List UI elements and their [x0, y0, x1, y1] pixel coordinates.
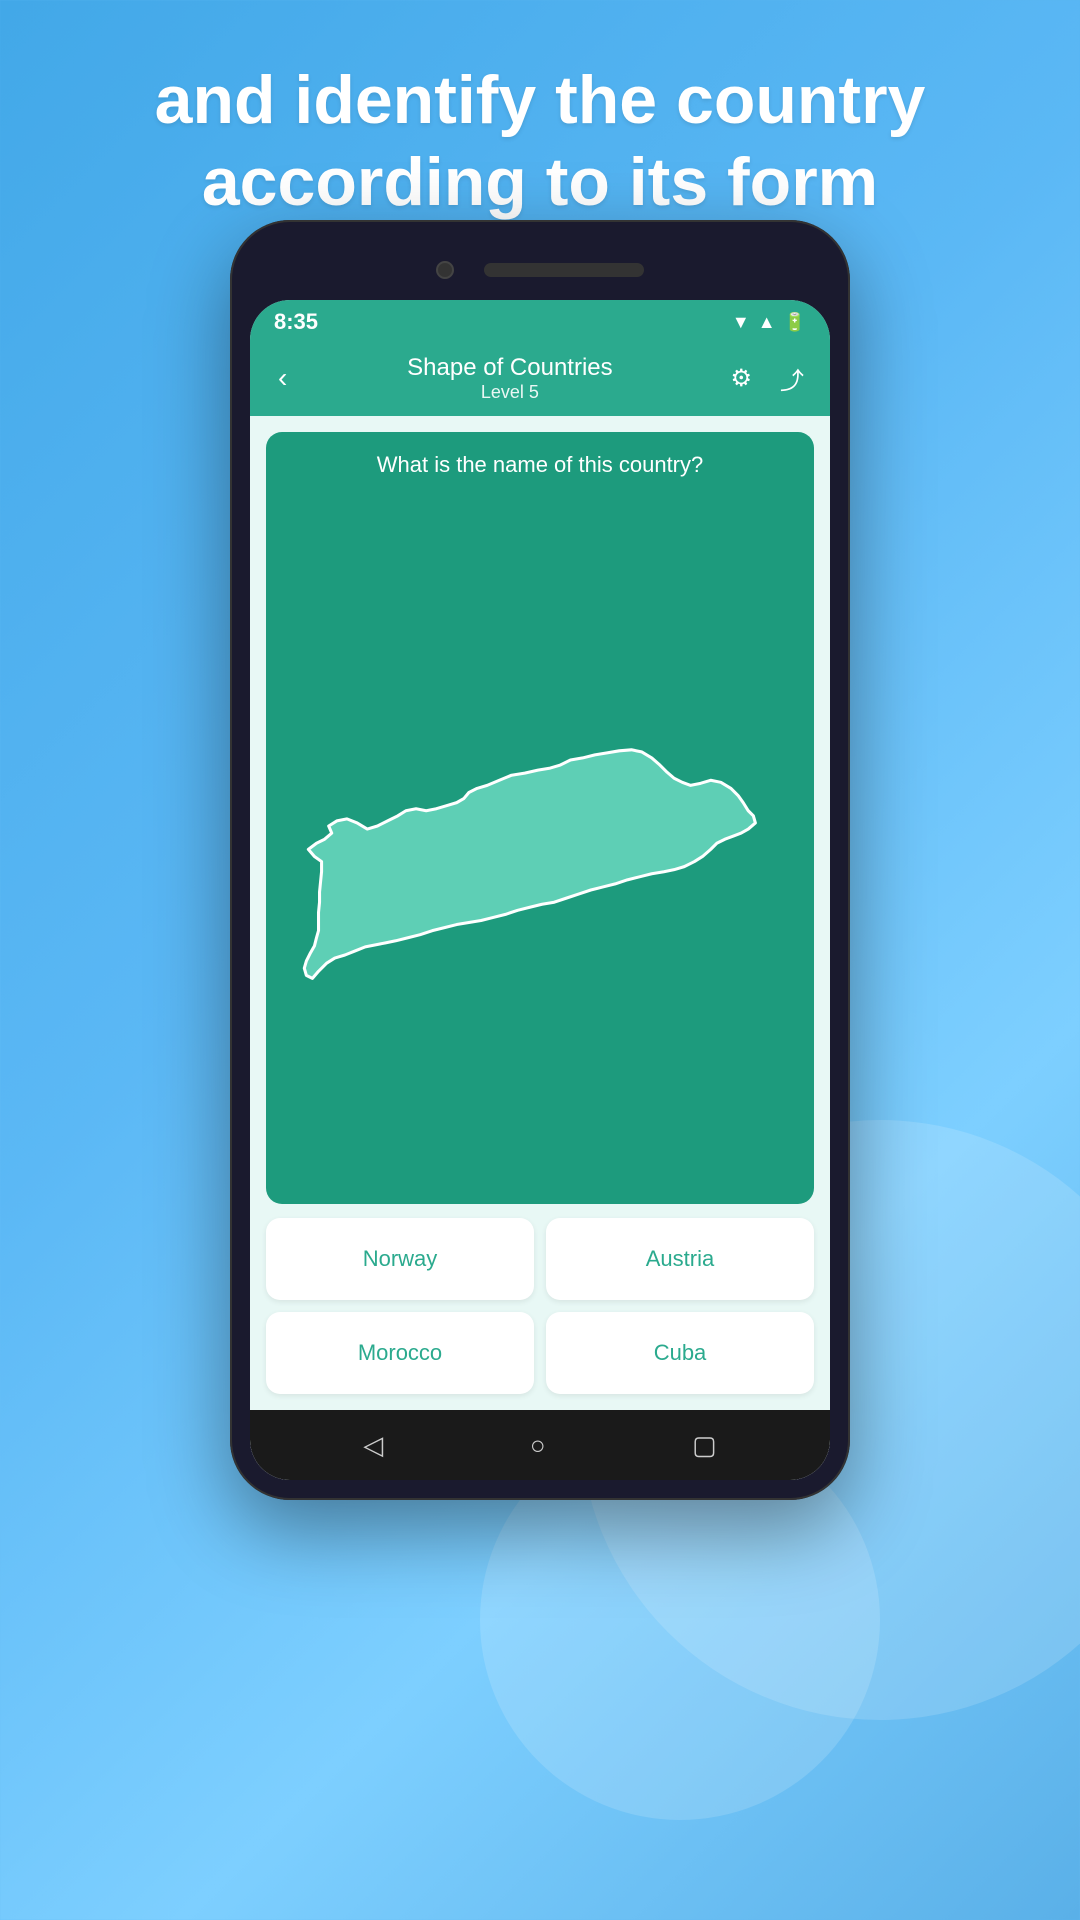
app-title: Shape of Countries [295, 354, 724, 382]
nav-back-button[interactable] [343, 1420, 403, 1471]
phone-notch [250, 240, 830, 300]
speaker [484, 263, 644, 277]
country-shape-container [266, 488, 814, 1204]
answer-norway[interactable]: Norway [266, 1218, 534, 1300]
settings-icon[interactable]: ⚙ [724, 358, 758, 399]
nav-recents-button[interactable] [672, 1420, 737, 1471]
phone-frame: 8:35 ▼ ▲ 🔋 ‹ Shape of Countries Level 5 … [230, 220, 850, 1500]
nav-home-button[interactable] [510, 1420, 566, 1471]
quiz-card: What is the name of this country? [266, 432, 814, 1204]
signal-icon: ▲ [758, 312, 776, 333]
share-icon[interactable]: ⤴ [774, 355, 810, 402]
battery-icon: 🔋 [784, 312, 806, 333]
camera [436, 261, 454, 279]
status-time: 8:35 [274, 309, 318, 335]
status-bar: 8:35 ▼ ▲ 🔋 [250, 300, 830, 344]
app-subtitle: Level 5 [295, 382, 724, 403]
bottom-nav [250, 1410, 830, 1480]
answer-austria[interactable]: Austria [546, 1218, 814, 1300]
app-bar-right: ⚙ ⤴ [724, 355, 810, 402]
country-shape-svg [286, 699, 794, 983]
status-icons: ▼ ▲ 🔋 [732, 312, 806, 333]
answer-cuba[interactable]: Cuba [546, 1312, 814, 1394]
answer-morocco[interactable]: Morocco [266, 1312, 534, 1394]
app-bar-center: Shape of Countries Level 5 [295, 354, 724, 403]
app-bar: ‹ Shape of Countries Level 5 ⚙ ⤴ [250, 344, 830, 416]
wifi-icon: ▼ [732, 312, 750, 333]
quiz-question: What is the name of this country? [357, 432, 724, 488]
phone-screen: 8:35 ▼ ▲ 🔋 ‹ Shape of Countries Level 5 … [250, 300, 830, 1480]
main-content: What is the name of this country? Norway… [250, 416, 830, 1410]
answers-grid: Norway Austria Morocco Cuba [266, 1218, 814, 1394]
back-button[interactable]: ‹ [270, 354, 295, 402]
